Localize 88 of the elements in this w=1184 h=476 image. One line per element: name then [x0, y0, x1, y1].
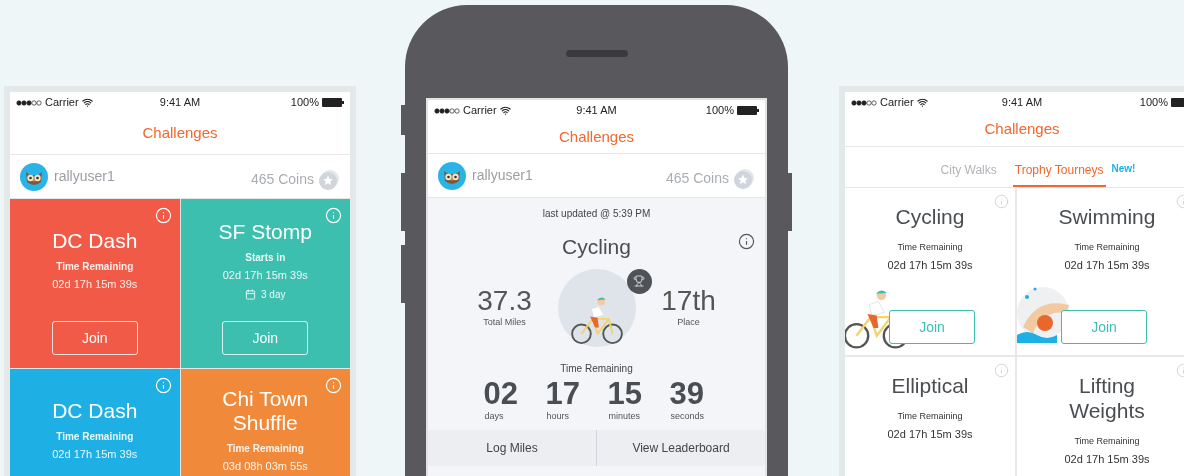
- battery-percent: 100%: [1139, 95, 1168, 111]
- tourney-title: Lifting Weights: [1068, 373, 1146, 423]
- carrier-label: Carrier: [45, 95, 79, 111]
- screen-title: Challenges: [142, 123, 218, 144]
- last-updated-text: last updated @ 5:39 PM: [542, 207, 651, 221]
- timer-value: 02d 17h 15m 39s: [887, 257, 973, 273]
- screen-title: Challenges: [984, 119, 1060, 140]
- time-remaining-label: Time Remaining: [560, 361, 633, 376]
- countdown-value: 39: [669, 377, 704, 410]
- timer-value: 02d 17h 15m 39s: [52, 447, 138, 463]
- tourney-tile[interactable]: Swimming Time Remaining 02d 17h 15m 39s Join: [1017, 188, 1184, 355]
- trophy-icon: [633, 275, 645, 287]
- join-button[interactable]: Join: [222, 321, 309, 355]
- miles-value: 37.3: [477, 285, 532, 316]
- tourney-tile[interactable]: Elliptical Time Remaining 02d 17h 15m 39s: [845, 357, 1015, 476]
- challenge-title: Chi Town Shuffle: [221, 387, 310, 436]
- status-time: 9:41 AM: [576, 103, 617, 119]
- timer-value: 02d 17h 15m 39s: [222, 268, 308, 284]
- action-button[interactable]: Log Miles: [428, 430, 596, 466]
- challenge-title: DC Dash: [51, 229, 139, 254]
- username: rallyuser1: [472, 166, 533, 185]
- timer-label: Time Remaining: [897, 410, 963, 423]
- wifi-icon: [81, 97, 93, 108]
- tourney-tile[interactable]: Cycling Time Remaining 02d 17h 15m 39s Join: [845, 188, 1015, 355]
- timer-label: Time Remaining: [1074, 435, 1140, 448]
- place-value: 17th: [661, 285, 716, 316]
- tourney-title: Cycling: [894, 204, 966, 229]
- timer-value: 02d 17h 15m 39s: [1064, 451, 1150, 467]
- battery-percent: 100%: [705, 103, 734, 119]
- timer-value: 02d 17h 15m 39s: [887, 426, 973, 442]
- countdown-unit: hours: [545, 409, 569, 423]
- join-button[interactable]: Join: [51, 321, 138, 355]
- timer-label: Time Remaining: [226, 442, 304, 457]
- timer-label: Time Remaining: [56, 430, 134, 445]
- timer-label: Time Remaining: [56, 260, 134, 275]
- coin-star-icon: [318, 168, 340, 191]
- countdown-value: 02: [483, 377, 518, 410]
- phone-speaker: [565, 50, 628, 57]
- challenge-tile[interactable]: SF Stomp Starts in 02d 17h 15m 39s 3 day Join: [180, 199, 350, 368]
- join-button[interactable]: Join: [889, 310, 975, 344]
- calendar-icon: [245, 288, 256, 300]
- timer-value: 02d 17h 15m 39s: [1064, 257, 1150, 273]
- status-time: 9:41 AM: [159, 95, 201, 111]
- challenge-tile[interactable]: Chi Town Shuffle Time Remaining 03d 08h 03m 55s: [180, 369, 350, 476]
- carrier-label: Carrier: [880, 95, 914, 111]
- carrier-label: Carrier: [463, 103, 497, 119]
- timer-label: Starts in: [245, 251, 286, 266]
- signal-dots-icon: [434, 107, 460, 114]
- challenge-title: DC Dash: [51, 399, 139, 424]
- new-label: New!: [1111, 161, 1136, 176]
- signal-dots-icon: [16, 99, 42, 106]
- join-button[interactable]: Join: [1061, 310, 1147, 344]
- challenge-title: Cycling: [562, 234, 631, 260]
- miles-label: Total Miles: [483, 315, 526, 329]
- countdown-value: 15: [607, 377, 642, 410]
- countdown-unit: days: [483, 409, 504, 423]
- coin-star-icon: [733, 167, 755, 190]
- coin-count: 465 Coins: [665, 169, 729, 188]
- battery-icon: [322, 98, 344, 107]
- timer-value: 03d 08h 03m 55s: [222, 459, 308, 475]
- countdown-unit: seconds: [669, 409, 705, 423]
- challenge-title: SF Stomp: [217, 220, 313, 245]
- status-time: 9:41 AM: [1001, 95, 1043, 111]
- wifi-icon: [916, 97, 928, 108]
- timer-value: 02d 17h 15m 39s: [52, 277, 138, 293]
- username: rallyuser1: [54, 167, 115, 186]
- timer-label: Time Remaining: [1074, 241, 1140, 254]
- owl-avatar-icon: [438, 161, 466, 190]
- tourney-title: Elliptical: [890, 373, 970, 398]
- tourney-tile[interactable]: Lifting Weights Time Remaining 02d 17h 15m 39s: [1017, 357, 1184, 476]
- challenge-tile[interactable]: DC Dash Time Remaining 02d 17h 15m 39s: [10, 369, 180, 476]
- timer-label: Time Remaining: [897, 241, 963, 254]
- countdown-unit: minutes: [607, 409, 640, 423]
- signal-dots-icon: [851, 99, 877, 106]
- battery-percent: 100%: [290, 95, 319, 111]
- duration-text: 3 day: [261, 287, 286, 302]
- place-label: Place: [677, 315, 700, 329]
- countdown-value: 17: [545, 377, 580, 410]
- wifi-icon: [499, 105, 511, 116]
- tourney-title: Swimming: [1057, 204, 1157, 229]
- tab[interactable]: City Walks: [938, 155, 999, 187]
- screen-title: Challenges: [558, 126, 635, 147]
- challenge-tile[interactable]: DC Dash Time Remaining 02d 17h 15m 39s Join: [10, 199, 180, 368]
- info-icon[interactable]: [738, 233, 755, 250]
- action-button[interactable]: View Leaderboard: [596, 430, 765, 466]
- owl-avatar-icon: [20, 162, 48, 191]
- battery-icon: [737, 106, 759, 115]
- coin-count: 465 Coins: [250, 170, 314, 189]
